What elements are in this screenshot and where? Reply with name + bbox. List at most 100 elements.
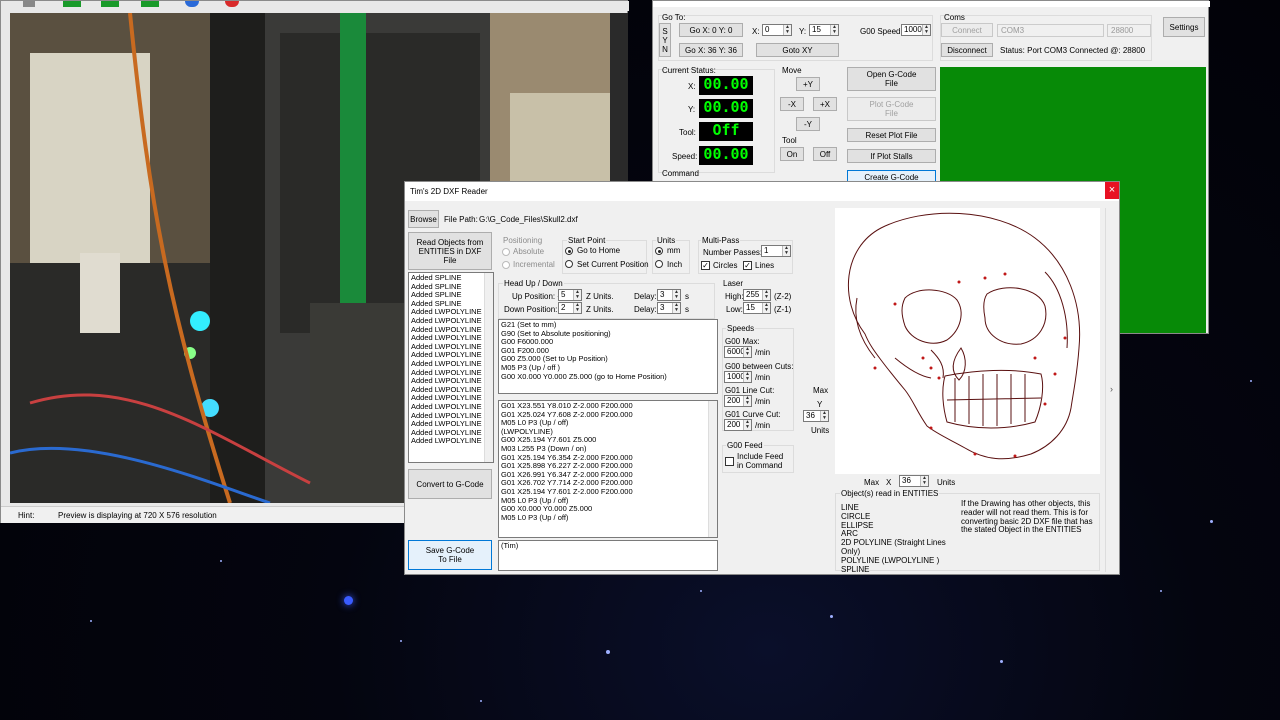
reset-plot-button[interactable]: Reset Plot File: [847, 128, 936, 142]
toolbar: [1, 1, 629, 11]
current-status-title: Current Status:: [662, 66, 716, 75]
spin-arrows-icon[interactable]: ▲ ▼: [762, 303, 770, 313]
list-item: Added LWPOLYLINE: [411, 436, 482, 446]
gcode-header-box[interactable]: G21 (Set to mm) G90 (Set to Absolute posi…: [498, 319, 718, 394]
goto-xy-button[interactable]: Goto XY: [756, 43, 839, 57]
move-plus-x-button[interactable]: +X: [813, 97, 837, 111]
object-type-item: SPLINE: [841, 564, 870, 574]
toolbar-icon[interactable]: [63, 1, 81, 7]
read-objects-button[interactable]: Read Objects from ENTITIES in DXF File: [408, 232, 492, 270]
spin-arrows-icon[interactable]: ▲ ▼: [573, 303, 581, 313]
move-minus-x-button[interactable]: -X: [780, 97, 804, 111]
down-position-input[interactable]: 2 ▲ ▼: [558, 302, 582, 314]
low-input[interactable]: 15 ▲ ▼: [743, 302, 771, 314]
command-title: Command: [662, 169, 699, 178]
num-passes-input[interactable]: 1 ▲ ▼: [761, 245, 791, 257]
spin-arrows-icon[interactable]: ▲ ▼: [672, 290, 680, 300]
spin-arrows-icon[interactable]: ▲ ▼: [762, 290, 770, 300]
move-plus-y-button[interactable]: +Y: [796, 77, 820, 91]
spin-arrows-icon[interactable]: ▲ ▼: [830, 25, 838, 35]
sync-button[interactable]: SYN: [659, 23, 671, 57]
scrollbar[interactable]: [484, 273, 493, 462]
g00-speed-input[interactable]: 1000 ▲ ▼: [901, 24, 931, 36]
spin-arrows-icon[interactable]: ▲ ▼: [573, 290, 581, 300]
g00-feed-title: G00 Feed: [726, 441, 764, 450]
spin-arrows-icon[interactable]: ▲ ▼: [743, 420, 751, 430]
curve-cut-value: 200: [727, 420, 741, 429]
objects-title: Object(s) read in ENTITIES: [840, 489, 940, 498]
set-current-radio[interactable]: [565, 260, 573, 268]
baud-select[interactable]: 28800: [1107, 24, 1151, 37]
if-plot-stalls-button[interactable]: If Plot Stalls: [847, 149, 936, 163]
x-max-input[interactable]: 36 ▲ ▼: [899, 475, 929, 487]
line-cut-input[interactable]: 200 ▲ ▼: [724, 395, 752, 407]
move-minus-y-button[interactable]: -Y: [796, 117, 820, 131]
spin-arrows-icon[interactable]: ▲ ▼: [922, 25, 930, 35]
com-port-value: COM3: [1001, 26, 1025, 35]
convert-button[interactable]: Convert to G-Code: [408, 469, 492, 499]
spin-arrows-icon[interactable]: ▲ ▼: [743, 396, 751, 406]
spin-arrows-icon[interactable]: ▲ ▼: [783, 25, 791, 35]
scrollbar[interactable]: [708, 401, 717, 537]
info-icon[interactable]: [185, 1, 199, 7]
x-status-label: X:: [688, 82, 696, 91]
circles-checkbox[interactable]: ✓: [701, 261, 710, 270]
y-max-input[interactable]: 36 ▲ ▼: [803, 410, 829, 422]
absolute-radio[interactable]: [502, 248, 510, 256]
entity-list[interactable]: Added SPLINE Added SPLINE Added SPLINE Adde…: [408, 272, 494, 463]
gcode-body-box[interactable]: G01 X23.551 Y8.010 Z-2.000 F200.000 G01 X…: [498, 400, 718, 538]
disconnect-button[interactable]: Disconnect: [941, 43, 993, 57]
com-port-select[interactable]: COM3: [997, 24, 1104, 37]
toolbar-icon[interactable]: [101, 1, 119, 7]
y-input[interactable]: 15 ▲ ▼: [809, 24, 839, 36]
curve-cut-label: G01 Curve Cut:: [725, 410, 781, 419]
delay-up-label: Delay:: [634, 292, 657, 301]
settings-button[interactable]: Settings: [1163, 17, 1205, 37]
plot-gcode-button[interactable]: Plot G-Code File: [847, 97, 936, 121]
browse-button[interactable]: Browse: [408, 210, 439, 228]
delay-up-input[interactable]: 3 ▲ ▼: [657, 289, 681, 301]
g00-max-input[interactable]: 6000 ▲ ▼: [724, 346, 752, 358]
save-gcode-button[interactable]: Save G-Code To File: [408, 540, 492, 570]
up-position-value: 5: [561, 290, 566, 299]
goto-title: Go To:: [662, 13, 686, 22]
objects-info: If the Drawing has other objects, this r…: [961, 499, 1093, 535]
high-input[interactable]: 255 ▲ ▼: [743, 289, 771, 301]
spin-arrows-icon[interactable]: ▲ ▼: [820, 411, 828, 421]
tool-on-button[interactable]: On: [780, 147, 804, 161]
between-cuts-input[interactable]: 1000 ▲ ▼: [724, 371, 752, 383]
mm-radio[interactable]: [655, 247, 663, 255]
toolbar-icon[interactable]: [141, 1, 159, 7]
stop-icon[interactable]: [225, 1, 239, 7]
curve-cut-input[interactable]: 200 ▲ ▼: [724, 419, 752, 431]
units-title: Units: [656, 236, 677, 245]
connect-button[interactable]: Connect: [941, 23, 993, 37]
gcode-body-lines: G01 X23.551 Y8.010 Z-2.000 F200.000 G01 X…: [501, 401, 715, 522]
y-position-display: 00.00: [699, 99, 753, 118]
go-x0y0-button[interactable]: Go X: 0 Y: 0: [679, 23, 743, 37]
spin-arrows-icon[interactable]: ▲ ▼: [743, 372, 751, 382]
spin-arrows-icon[interactable]: ▲ ▼: [672, 303, 680, 313]
spin-arrows-icon[interactable]: ▲ ▼: [782, 246, 790, 256]
gcode-comment-box[interactable]: (Tim): [498, 540, 718, 571]
go-home-radio[interactable]: [565, 247, 573, 255]
file-path-label: File Path:: [444, 215, 478, 224]
close-button[interactable]: ×: [1105, 182, 1119, 199]
spin-arrows-icon[interactable]: ▲ ▼: [920, 476, 928, 486]
include-feed-checkbox[interactable]: [725, 457, 734, 466]
x-input[interactable]: 0 ▲ ▼: [762, 24, 792, 36]
syn-s: S: [662, 26, 668, 36]
open-gcode-button[interactable]: Open G-Code File: [847, 67, 936, 91]
incremental-radio[interactable]: [502, 261, 510, 269]
go-x36y36-button[interactable]: Go X: 36 Y: 36: [679, 43, 743, 57]
per-min-label: /min: [755, 348, 771, 357]
tool-off-button[interactable]: Off: [813, 147, 837, 161]
inch-radio[interactable]: [655, 260, 663, 268]
right-scroll-arrow[interactable]: ›: [1105, 208, 1117, 572]
spin-arrows-icon[interactable]: ▲ ▼: [743, 347, 751, 357]
delay-down-input[interactable]: 3 ▲ ▼: [657, 302, 681, 314]
up-position-input[interactable]: 5 ▲ ▼: [558, 289, 582, 301]
lines-checkbox[interactable]: ✓: [743, 261, 752, 270]
toolbar-icon[interactable]: [23, 1, 35, 7]
plotter-title-bar: [653, 1, 1210, 7]
